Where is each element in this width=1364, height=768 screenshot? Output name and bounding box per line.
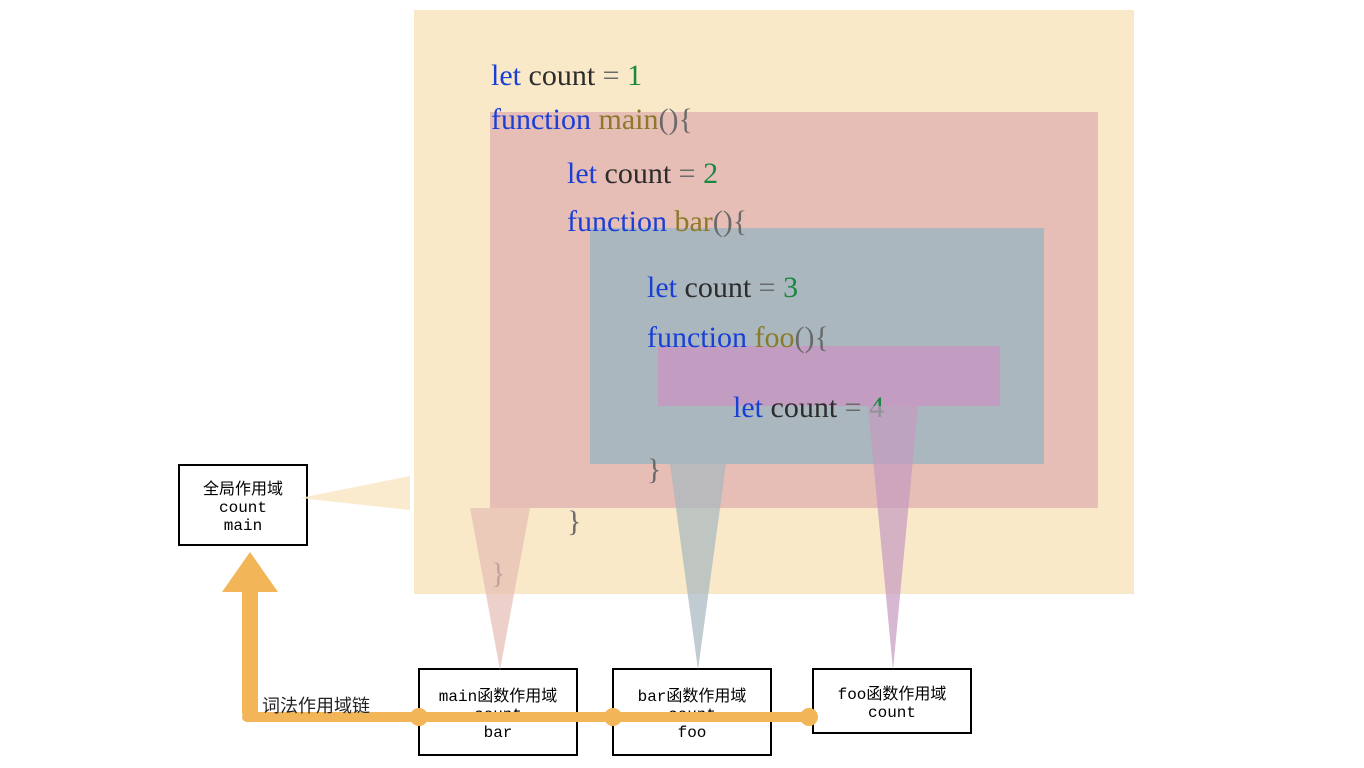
code-line-7: let count = 4 bbox=[718, 354, 884, 426]
code-line-9: } bbox=[552, 468, 581, 540]
chain-dot-bar bbox=[604, 708, 622, 726]
box-global-var1: count bbox=[188, 499, 298, 517]
chain-dot-main bbox=[410, 708, 428, 726]
fn-foo: foo bbox=[747, 321, 795, 354]
pointer-global bbox=[300, 476, 420, 536]
code-line-4: function bar(){ bbox=[552, 168, 747, 240]
box-main-title: main函数作用域 bbox=[428, 682, 568, 706]
box-foo-title: foo函数作用域 bbox=[822, 680, 962, 704]
box-global-title: 全局作用域 bbox=[188, 475, 298, 499]
var-count: count bbox=[763, 391, 845, 424]
box-foo-scope: foo函数作用域 count bbox=[812, 668, 972, 734]
eq: = bbox=[845, 391, 869, 424]
box-bar-title: bar函数作用域 bbox=[622, 682, 762, 706]
box-bar-var2: foo bbox=[622, 724, 762, 742]
box-foo-var1: count bbox=[822, 704, 962, 722]
code-line-10: } bbox=[476, 520, 505, 592]
chain-dot-foo bbox=[800, 708, 818, 726]
kw-function: function bbox=[647, 321, 747, 354]
close-brace: } bbox=[567, 505, 581, 538]
box-global-scope: 全局作用域 count main bbox=[178, 464, 308, 546]
kw-let: let bbox=[733, 391, 763, 424]
scope-chain-label: 词法作用域链 bbox=[262, 692, 370, 718]
chain-arrow-stem bbox=[242, 580, 258, 720]
close-brace: } bbox=[647, 453, 661, 486]
code-line-8: } bbox=[632, 416, 661, 488]
box-global-var2: main bbox=[188, 517, 298, 535]
close-brace: } bbox=[491, 557, 505, 590]
num: 4 bbox=[869, 391, 884, 424]
code-line-6: function foo(){ bbox=[632, 284, 829, 356]
paren-brace: (){ bbox=[794, 321, 828, 354]
box-main-var2: bar bbox=[428, 724, 568, 742]
